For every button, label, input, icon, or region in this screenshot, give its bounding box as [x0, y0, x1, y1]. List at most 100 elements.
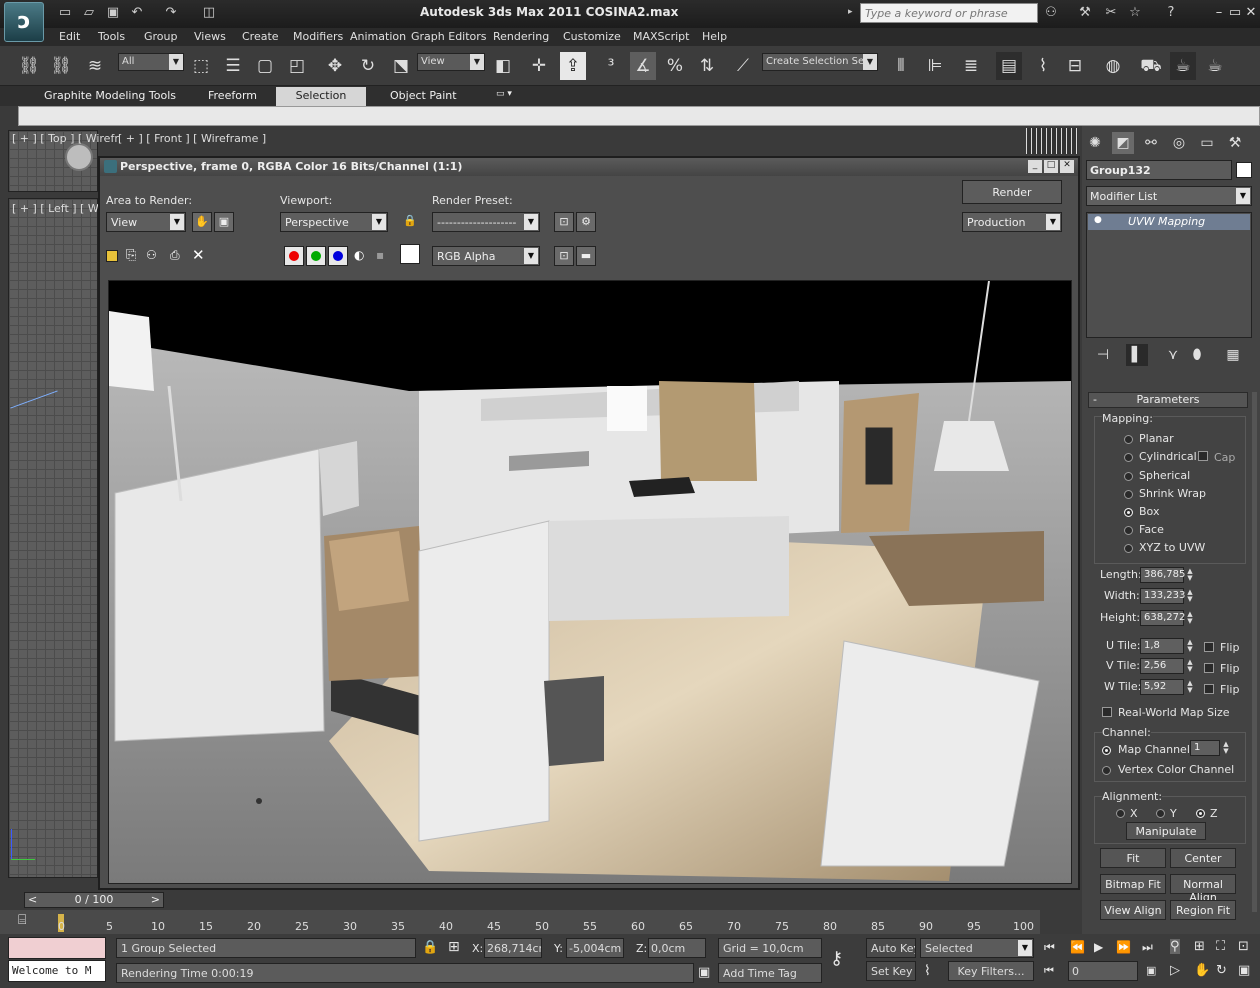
environment-effects-icon[interactable]: ⚙: [576, 212, 596, 232]
remove-modifier-icon[interactable]: ⬮: [1186, 344, 1208, 366]
y-coordinate-field[interactable]: -5,004cm: [566, 938, 624, 958]
monochrome-icon[interactable]: ▪: [376, 248, 384, 262]
z-coordinate-field[interactable]: 0,0cm: [648, 938, 706, 958]
search-expand-icon[interactable]: ▸: [848, 7, 853, 17]
maximize-button[interactable]: □: [1044, 160, 1058, 173]
layer-manager-icon[interactable]: ≣: [958, 52, 984, 80]
material-editor-icon[interactable]: ◍: [1100, 52, 1126, 80]
spinner-arrows-icon[interactable]: ▲ ▼: [1185, 659, 1195, 673]
front-viewport-label[interactable]: [ + ] [ Front ] [ Wireframe ]: [118, 132, 266, 145]
maxscript-listener[interactable]: Welcome to M: [8, 960, 106, 982]
w-tile-spinner[interactable]: 5,92 ▲ ▼: [1140, 679, 1193, 695]
hierarchy-panel-icon[interactable]: ⚯: [1140, 132, 1162, 154]
radio-face[interactable]: [1124, 526, 1133, 535]
width-spinner[interactable]: 133,233 ▲ ▼: [1140, 588, 1193, 604]
zoom-extents-all-icon[interactable]: ⊡: [1238, 939, 1249, 954]
schematic-view-icon[interactable]: ⊟: [1062, 52, 1088, 80]
close-window-button[interactable]: ✕: [1242, 4, 1260, 22]
play-icon[interactable]: ▶: [1094, 940, 1103, 954]
menu-animation[interactable]: Animation: [350, 30, 406, 43]
rotate-icon[interactable]: ↻: [355, 52, 381, 80]
close-button[interactable]: ✕: [1060, 160, 1074, 173]
print-image-icon[interactable]: ⎙: [170, 248, 180, 263]
tab-object-paint[interactable]: Object Paint: [390, 89, 457, 102]
x-coordinate-field[interactable]: 268,714cm: [484, 938, 542, 958]
redo-icon[interactable]: ↷: [162, 4, 180, 22]
field-of-view-icon[interactable]: ▷: [1170, 963, 1180, 978]
radio-xyz-to-uvw[interactable]: [1124, 544, 1133, 553]
search-input[interactable]: Type a keyword or phrase: [860, 3, 1038, 23]
spinner-arrows-icon[interactable]: ▲ ▼: [1185, 639, 1195, 653]
spinner-arrows-icon[interactable]: ▲ ▼: [1185, 589, 1195, 603]
zoom-all-icon[interactable]: ⊞: [1194, 939, 1205, 954]
track-bar[interactable]: ⌸ 0 5 10 15 20 25 30 35 40 45 50 55 60 6…: [0, 910, 1040, 934]
make-unique-icon[interactable]: ⋎: [1162, 344, 1184, 366]
default-tangents-icon[interactable]: ⌇: [924, 963, 931, 979]
normal-align-button[interactable]: Normal Align: [1170, 874, 1236, 904]
radio-cylindrical[interactable]: [1124, 453, 1133, 462]
spinner-snap-icon[interactable]: ⇅: [694, 52, 720, 80]
curve-editor-icon[interactable]: ⌇: [1030, 52, 1056, 80]
binoculars-icon[interactable]: ⚇: [1042, 4, 1060, 22]
u-tile-spinner[interactable]: 1,8 ▲ ▼: [1140, 638, 1193, 654]
area-to-render-dropdown[interactable]: View ▼: [106, 212, 186, 232]
spinner-arrows-icon[interactable]: ▲ ▼: [1221, 741, 1231, 755]
motion-panel-icon[interactable]: ◎: [1168, 132, 1190, 154]
viewcube-icon[interactable]: [65, 143, 93, 171]
pin-stack-icon[interactable]: ⊣: [1092, 344, 1114, 366]
radio-spherical[interactable]: [1124, 472, 1133, 481]
move-icon[interactable]: ✥: [322, 52, 348, 80]
bind-space-warp-icon[interactable]: ≋: [82, 52, 108, 80]
height-spinner[interactable]: 638,272 ▲ ▼: [1140, 610, 1193, 626]
tools-icon[interactable]: ✂: [1102, 4, 1120, 22]
menu-views[interactable]: Views: [194, 30, 226, 43]
radio-axis-x[interactable]: [1116, 809, 1125, 818]
key-mode-dropdown[interactable]: Selected ▼: [920, 938, 1034, 958]
map-channel-spinner[interactable]: 1 ▲ ▼: [1190, 740, 1229, 756]
modify-panel-icon[interactable]: ◩: [1112, 132, 1134, 154]
render-mode-dropdown[interactable]: Production ▼: [962, 212, 1062, 232]
previous-frame-icon[interactable]: ⏪: [1070, 940, 1085, 954]
window-crossing-icon[interactable]: ◰: [284, 52, 310, 80]
time-tag-icon[interactable]: ▣: [698, 965, 710, 980]
undo-icon[interactable]: ↶: [128, 4, 146, 22]
top-viewport-label[interactable]: [ + ] [ Top ] [ Wirefr: [12, 132, 119, 145]
select-by-name-icon[interactable]: ☰: [220, 52, 246, 80]
scale-icon[interactable]: ⬔: [388, 52, 414, 80]
new-file-icon[interactable]: ▭: [56, 4, 74, 22]
current-frame-field[interactable]: 0: [1068, 961, 1138, 981]
command-panel-scrollbar[interactable]: [1252, 392, 1257, 912]
ribbon-options-icon[interactable]: ▭ ▾: [496, 89, 512, 99]
lock-icon[interactable]: 🔒: [400, 212, 420, 232]
zoom-icon[interactable]: ⚲: [1170, 939, 1180, 954]
edit-region-icon[interactable]: ✋: [192, 212, 212, 232]
radio-vertex-color-channel[interactable]: [1102, 766, 1111, 775]
u-flip-checkbox[interactable]: [1204, 642, 1214, 652]
menu-group[interactable]: Group: [144, 30, 178, 43]
time-slider-thumb[interactable]: <0 / 100 >: [24, 892, 164, 908]
render-setup-icon[interactable]: ⊡: [554, 212, 574, 232]
configure-modifier-sets-icon[interactable]: ▦: [1222, 344, 1244, 366]
region-fit-button[interactable]: Region Fit: [1170, 900, 1236, 920]
set-key-button[interactable]: Set Key: [866, 961, 916, 981]
modifier-list-dropdown[interactable]: Modifier List ▼: [1086, 186, 1252, 206]
mirror-icon[interactable]: ⫴: [888, 52, 914, 80]
set-key-icon[interactable]: ⚷: [830, 948, 843, 969]
render-setup-icon[interactable]: ⛟: [1138, 52, 1164, 80]
angle-snap-icon[interactable]: ∡: [630, 52, 656, 80]
open-file-icon[interactable]: ▱: [80, 4, 98, 22]
object-color-swatch[interactable]: [1236, 162, 1252, 178]
real-world-map-size-checkbox[interactable]: [1102, 707, 1112, 717]
clone-window-icon[interactable]: ⚇: [146, 248, 157, 262]
go-to-end-icon[interactable]: ⏭: [1142, 940, 1153, 955]
menu-edit[interactable]: Edit: [59, 30, 80, 43]
length-spinner[interactable]: 386,785 ▲ ▼: [1140, 567, 1193, 583]
graphite-toggle-icon[interactable]: ▤: [996, 52, 1022, 80]
menu-modifiers[interactable]: Modifiers: [293, 30, 343, 43]
radio-shrink-wrap[interactable]: [1124, 490, 1133, 499]
render-preset-dropdown[interactable]: -------------------- ▼: [432, 212, 540, 232]
viewport-dropdown[interactable]: Perspective ▼: [280, 212, 388, 232]
align-icon[interactable]: ⊫: [922, 52, 948, 80]
time-configuration-icon[interactable]: ▣: [1146, 964, 1156, 977]
maximize-viewport-icon[interactable]: ▣: [1238, 963, 1250, 978]
